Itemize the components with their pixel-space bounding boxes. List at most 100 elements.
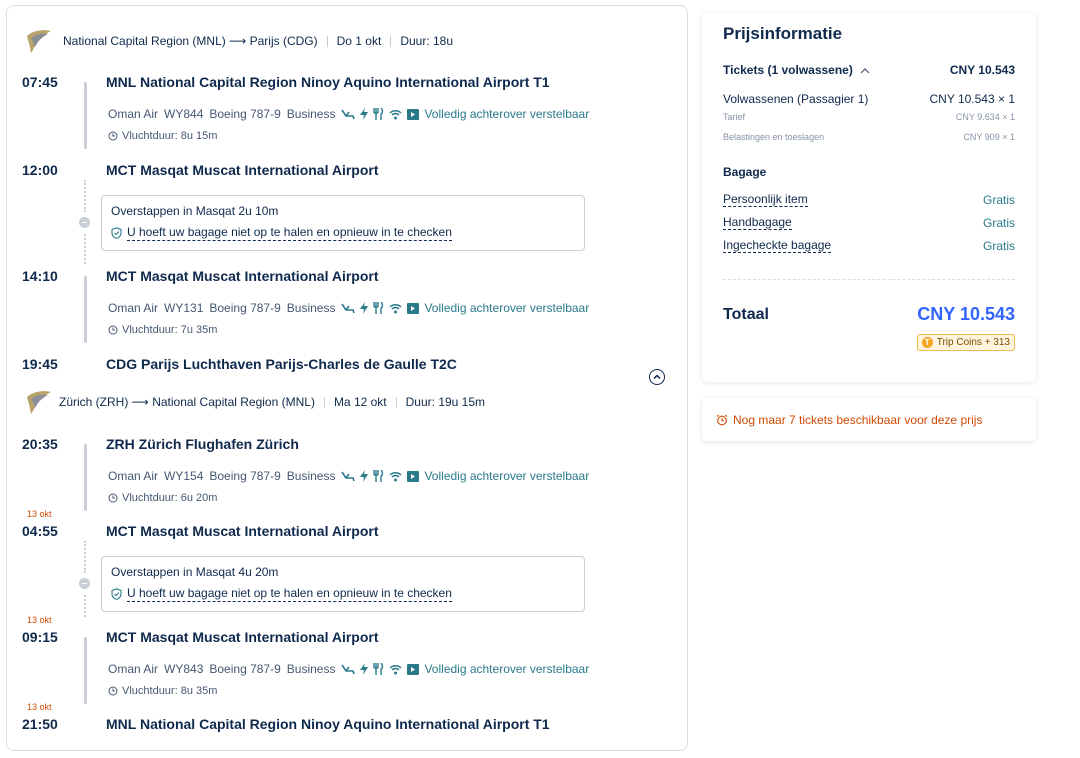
meal-icon bbox=[373, 108, 384, 120]
divider bbox=[395, 396, 397, 408]
airline: Oman Air bbox=[108, 469, 159, 483]
divider bbox=[390, 35, 392, 47]
seat-icon bbox=[341, 109, 356, 120]
tickets-total: CNY 10.543 bbox=[949, 63, 1015, 77]
seat-type: Volledig achterover verstelbaar bbox=[424, 301, 590, 315]
amenities bbox=[341, 108, 420, 120]
tickets-label: Tickets (1 volwassene) bbox=[723, 63, 853, 77]
itinerary-card: National Capital Region (MNL) ⟶ Parijs (… bbox=[6, 5, 688, 751]
baggage-row-personal[interactable]: Persoonlijk item Gratis bbox=[723, 192, 1015, 207]
total-row: Totaal CNY 10.543 bbox=[723, 304, 1015, 325]
cabin-class: Business bbox=[286, 662, 336, 676]
availability-alert: Nog maar 7 tickets beschikbaar voor deze… bbox=[702, 398, 1036, 441]
departure-airport: MCT Masqat Muscat International Airport bbox=[106, 268, 379, 284]
outbound-route-header: National Capital Region (MNL) ⟶ Parijs (… bbox=[23, 28, 453, 54]
coin-icon: T bbox=[921, 337, 933, 348]
amenities bbox=[341, 470, 420, 482]
flight-info: Oman Air WY843 Boeing 787-9 Business Vol… bbox=[108, 662, 595, 676]
fare-row: Tarief CNY 9.634 × 1 bbox=[723, 112, 1015, 122]
flight-info: Oman Air WY844 Boeing 787-9 Business Vol… bbox=[108, 107, 595, 121]
departure-date-flag: 13 okt bbox=[27, 615, 52, 625]
power-icon bbox=[360, 470, 369, 482]
entertainment-icon bbox=[407, 302, 420, 314]
trip-coins-badge[interactable]: T Trip Coins + 313 bbox=[916, 334, 1015, 351]
seat-type: Volledig achterover verstelbaar bbox=[424, 662, 590, 676]
arrival-airport: MNL National Capital Region Ninoy Aquino… bbox=[106, 716, 550, 732]
seat-type: Volledig achterover verstelbaar bbox=[424, 107, 590, 121]
wifi-icon bbox=[389, 471, 402, 481]
trip-coins: T Trip Coins + 313 bbox=[723, 334, 1015, 351]
aircraft: Boeing 787-9 bbox=[209, 107, 281, 121]
oman-air-logo-icon bbox=[27, 30, 51, 53]
aircraft: Boeing 787-9 bbox=[209, 662, 281, 676]
baggage-row-checked[interactable]: Ingecheckte bagage Gratis bbox=[723, 238, 1015, 253]
clock-icon bbox=[108, 686, 118, 696]
price-info-card: Prijsinformatie Tickets (1 volwassene) C… bbox=[702, 13, 1036, 382]
departure-time: 09:15 bbox=[22, 629, 58, 645]
tickets-toggle[interactable]: Tickets (1 volwassene) CNY 10.543 bbox=[723, 63, 1015, 77]
flight-number: WY131 bbox=[164, 301, 204, 315]
shield-icon bbox=[111, 227, 122, 239]
wifi-icon bbox=[389, 303, 402, 313]
flight-number: WY844 bbox=[164, 107, 204, 121]
clock-icon bbox=[108, 325, 118, 335]
arrival-airport: CDG Parijs Luchthaven Parijs-Charles de … bbox=[106, 356, 457, 372]
baggage-note[interactable]: U hoeft uw bagage niet op te halen en op… bbox=[111, 225, 575, 241]
seat-type: Volledig achterover verstelbaar bbox=[424, 469, 590, 483]
alert-text: Nog maar 7 tickets beschikbaar voor deze… bbox=[733, 412, 983, 427]
alarm-clock-icon bbox=[716, 414, 728, 425]
airline: Oman Air bbox=[108, 107, 159, 121]
departure-time: 14:10 bbox=[22, 268, 58, 284]
arrival-time: 04:55 bbox=[22, 523, 58, 539]
inbound-duration: Duur: 19u 15m bbox=[405, 395, 486, 409]
baggage-note[interactable]: U hoeft uw bagage niet op te halen en op… bbox=[111, 586, 575, 602]
chevron-up-icon bbox=[860, 67, 870, 73]
flight-number: WY154 bbox=[164, 469, 204, 483]
tax-row: Belastingen en toeslagen CNY 909 × 1 bbox=[723, 132, 1015, 142]
power-icon bbox=[360, 108, 369, 120]
wifi-icon bbox=[389, 664, 402, 674]
wifi-icon bbox=[389, 109, 402, 119]
departure-time: 07:45 bbox=[22, 74, 58, 90]
adult-row: Volwassenen (Passagier 1) CNY 10.543 × 1 bbox=[723, 92, 1015, 106]
divider bbox=[326, 35, 328, 47]
cabin-class: Business bbox=[286, 301, 336, 315]
stopover-icon bbox=[79, 217, 90, 228]
chevron-up-icon bbox=[653, 374, 661, 380]
layover-box: Overstappen in Masqat 4u 20m U hoeft uw … bbox=[101, 556, 585, 612]
inbound-route-header: Zürich (ZRH) ⟶ National Capital Region (… bbox=[23, 389, 485, 415]
layover-dots bbox=[84, 595, 87, 617]
segment-line bbox=[84, 637, 87, 704]
power-icon bbox=[360, 663, 369, 675]
meal-icon bbox=[373, 663, 384, 675]
entertainment-icon bbox=[407, 663, 420, 675]
total-label: Totaal bbox=[723, 305, 769, 323]
divider bbox=[723, 279, 1015, 280]
airline: Oman Air bbox=[108, 301, 159, 315]
cabin-class: Business bbox=[286, 469, 336, 483]
meal-icon bbox=[373, 470, 384, 482]
collapse-button[interactable] bbox=[649, 369, 665, 385]
arrival-date-flag: 13 okt bbox=[27, 509, 52, 519]
flight-duration: Vluchtduur: 6u 20m bbox=[108, 492, 217, 504]
shield-icon bbox=[111, 588, 122, 600]
departure-airport: ZRH Zürich Flughafen Zürich bbox=[106, 436, 299, 452]
clock-icon bbox=[108, 131, 118, 141]
outbound-duration: Duur: 18u bbox=[400, 34, 454, 48]
stopover-icon bbox=[79, 578, 90, 589]
baggage-row-cabin[interactable]: Handbagage Gratis bbox=[723, 215, 1015, 230]
seat-icon bbox=[341, 303, 356, 314]
flight-duration: Vluchtduur: 8u 15m bbox=[108, 130, 217, 142]
arrival-time: 21:50 bbox=[22, 716, 58, 732]
layover-dots bbox=[84, 541, 87, 573]
segment-line bbox=[84, 444, 87, 511]
power-icon bbox=[360, 302, 369, 314]
flight-info: Oman Air WY131 Boeing 787-9 Business Vol… bbox=[108, 301, 595, 315]
layover-dots bbox=[84, 180, 87, 212]
layover-title: Overstappen in Masqat 4u 20m bbox=[111, 565, 279, 579]
entertainment-icon bbox=[407, 108, 420, 120]
segment-line bbox=[84, 276, 87, 343]
price-title: Prijsinformatie bbox=[723, 24, 843, 43]
inbound-date: Ma 12 okt bbox=[333, 395, 387, 409]
flight-duration: Vluchtduur: 7u 35m bbox=[108, 324, 217, 336]
